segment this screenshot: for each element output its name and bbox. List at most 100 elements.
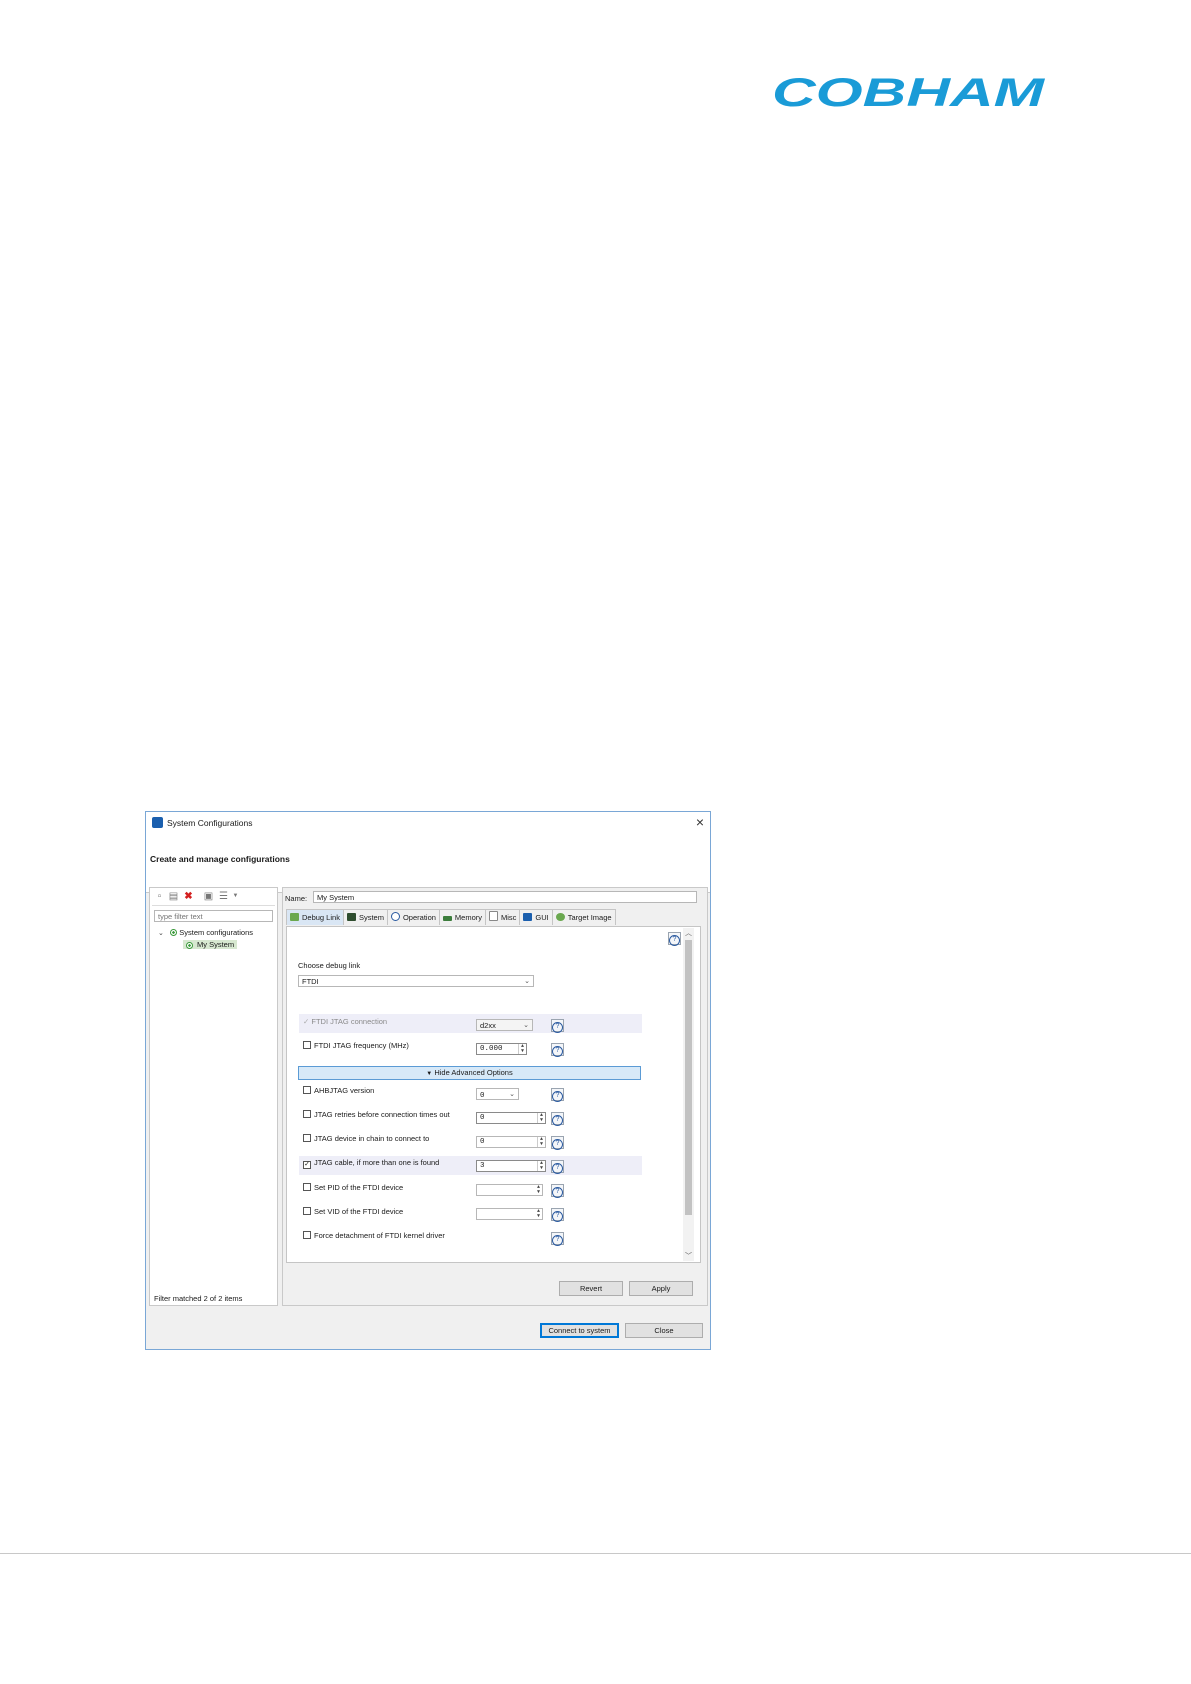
ahbjtag-version-option[interactable]: AHBJTAG version xyxy=(303,1086,374,1095)
dialog-header: Create and manage configurations xyxy=(146,834,710,893)
spinner-arrows-icon[interactable]: ▲ ▼ xyxy=(537,1113,545,1123)
help-icon[interactable]: ? xyxy=(551,1136,564,1150)
spinner-arrows-icon[interactable]: ▲ ▼ xyxy=(518,1044,526,1054)
jtag-device-chain-spinner[interactable]: 0 ▲ ▼ xyxy=(476,1136,546,1148)
hide-advanced-options-button[interactable]: ▼ Hide Advanced Options xyxy=(298,1066,641,1080)
checkbox-checked[interactable]: ✓ xyxy=(303,1161,311,1169)
checkbox[interactable] xyxy=(303,1183,311,1191)
help-icon[interactable]: ? xyxy=(551,1043,564,1057)
tree-child-label: My System xyxy=(197,940,235,949)
tab-misc[interactable]: Misc xyxy=(485,909,521,925)
jtag-retries-option[interactable]: JTAG retries before connection times out xyxy=(303,1110,450,1119)
help-icon[interactable]: ? xyxy=(551,1184,564,1198)
checkbox[interactable] xyxy=(303,1207,311,1215)
collapse-icon[interactable]: ▣ xyxy=(203,891,214,902)
jtag-connection-option: ✓ FTDI JTAG connection xyxy=(303,1017,388,1026)
vertical-scrollbar[interactable]: ︿ ﹀ xyxy=(683,928,694,1261)
app-icon xyxy=(152,817,163,828)
gui-icon xyxy=(523,913,533,921)
disabled-check-icon: ✓ xyxy=(303,1017,310,1026)
apply-button[interactable]: Apply xyxy=(629,1281,693,1296)
config-tabs: Debug Link System Operation Memory Misc … xyxy=(286,909,616,926)
ftdi-vid-option[interactable]: Set VID of the FTDI device xyxy=(303,1207,403,1216)
help-icon[interactable]: ? xyxy=(668,932,681,946)
operation-icon xyxy=(390,912,400,921)
header-title: Create and manage configurations xyxy=(150,854,290,864)
jtag-device-chain-option[interactable]: JTAG device in chain to connect to xyxy=(303,1134,429,1143)
cobham-logo: COBHAM xyxy=(772,72,1047,112)
close-button[interactable]: Close xyxy=(625,1323,703,1338)
new-config-icon[interactable]: ▫ xyxy=(154,891,165,902)
title-bar: System Configurations × xyxy=(146,812,710,834)
debug-link-select[interactable]: FTDI ⌄ xyxy=(298,975,534,987)
jtag-frequency-spinner[interactable]: 0.000 ▲ ▼ xyxy=(476,1043,527,1055)
duplicate-icon[interactable]: ▤ xyxy=(168,891,179,902)
ftdi-pid-spinner[interactable]: ▲ ▼ xyxy=(476,1184,543,1196)
tab-debug-link[interactable]: Debug Link xyxy=(286,909,344,925)
triangle-down-icon: ▼ xyxy=(426,1071,433,1077)
scroll-down-icon[interactable]: ﹀ xyxy=(683,1251,694,1261)
ahbjtag-version-select[interactable]: 0 ⌄ xyxy=(476,1088,519,1100)
help-icon[interactable]: ? xyxy=(551,1019,564,1033)
tab-gui[interactable]: GUI xyxy=(519,909,553,925)
expand-chevron-icon[interactable]: ⌄ xyxy=(158,930,164,937)
debug-link-panel: ? Choose debug link FTDI ⌄ ✓ FTDI JTAG c… xyxy=(286,926,701,1263)
tab-system[interactable]: System xyxy=(342,909,388,925)
help-icon[interactable]: ? xyxy=(551,1232,564,1246)
close-icon[interactable]: × xyxy=(696,814,704,830)
scrollbar-thumb[interactable] xyxy=(685,940,692,1215)
help-icon[interactable]: ? xyxy=(551,1088,564,1102)
jtag-frequency-option[interactable]: FTDI JTAG frequency (MHz) xyxy=(303,1041,409,1050)
config-icon xyxy=(186,942,193,949)
tree-item-my-system[interactable]: My System xyxy=(183,940,238,949)
spinner-arrows-icon[interactable]: ▲ ▼ xyxy=(537,1137,545,1147)
name-input[interactable]: My System xyxy=(313,891,697,903)
ftdi-vid-spinner[interactable]: ▲ ▼ xyxy=(476,1208,543,1220)
config-toolbar: ▫ ▤ ✖ ▣ ☰ ▼ xyxy=(152,890,275,906)
spinner-arrows-icon[interactable]: ▲ ▼ xyxy=(537,1161,545,1171)
tab-label: Operation xyxy=(402,913,436,922)
delete-icon[interactable]: ✖ xyxy=(183,891,194,902)
misc-icon xyxy=(489,911,498,921)
filter-input[interactable] xyxy=(154,910,273,922)
filter-icon[interactable]: ☰ xyxy=(218,891,229,902)
tab-label: Target Image xyxy=(567,913,612,922)
tab-target-image[interactable]: Target Image xyxy=(551,909,616,925)
scroll-up-icon[interactable]: ︿ xyxy=(683,928,694,938)
connect-to-system-button[interactable]: Connect to system xyxy=(540,1323,619,1338)
debug-link-value: FTDI xyxy=(302,977,319,986)
tab-memory[interactable]: Memory xyxy=(438,909,486,925)
tab-label: GUI xyxy=(535,913,549,922)
jtag-retries-spinner[interactable]: 0 ▲ ▼ xyxy=(476,1112,546,1124)
checkbox[interactable] xyxy=(303,1086,311,1094)
ftdi-pid-option[interactable]: Set PID of the FTDI device xyxy=(303,1183,403,1192)
help-icon[interactable]: ? xyxy=(551,1208,564,1222)
config-group-icon xyxy=(170,929,178,936)
tab-label: Debug Link xyxy=(302,913,340,922)
jtag-cable-option[interactable]: ✓ JTAG cable, if more than one is found xyxy=(303,1158,439,1169)
help-icon[interactable]: ? xyxy=(551,1112,564,1126)
checkbox[interactable] xyxy=(303,1110,311,1118)
jtag-cable-spinner[interactable]: 3 ▲ ▼ xyxy=(476,1160,546,1172)
spinner-arrows-icon[interactable]: ▲ ▼ xyxy=(535,1185,542,1195)
config-editor-pane: Name: My System Debug Link System Operat… xyxy=(282,887,708,1306)
checkbox[interactable] xyxy=(303,1041,311,1049)
tab-label: Memory xyxy=(454,913,482,922)
tree-item-system-configurations[interactable]: ⌄ System configurations xyxy=(158,928,253,937)
footer-divider xyxy=(0,1553,1191,1554)
revert-button[interactable]: Revert xyxy=(559,1281,623,1296)
tab-label: Misc xyxy=(501,913,517,922)
target-image-icon xyxy=(555,913,565,921)
name-label: Name: xyxy=(285,894,308,903)
spinner-arrows-icon[interactable]: ▲ ▼ xyxy=(535,1209,542,1219)
checkbox[interactable] xyxy=(303,1134,311,1142)
help-icon[interactable]: ? xyxy=(551,1160,564,1174)
tree-root-label: System configurations xyxy=(179,928,254,937)
chevron-down-icon[interactable]: ▼ xyxy=(230,891,241,902)
system-configurations-dialog: System Configurations × Create and manag… xyxy=(145,811,711,1350)
force-detach-option[interactable]: Force detachment of FTDI kernel driver xyxy=(303,1231,445,1240)
tab-label: System xyxy=(358,913,384,922)
checkbox[interactable] xyxy=(303,1231,311,1239)
jtag-connection-select[interactable]: d2xx ⌄ xyxy=(476,1019,533,1031)
tab-operation[interactable]: Operation xyxy=(386,909,440,925)
